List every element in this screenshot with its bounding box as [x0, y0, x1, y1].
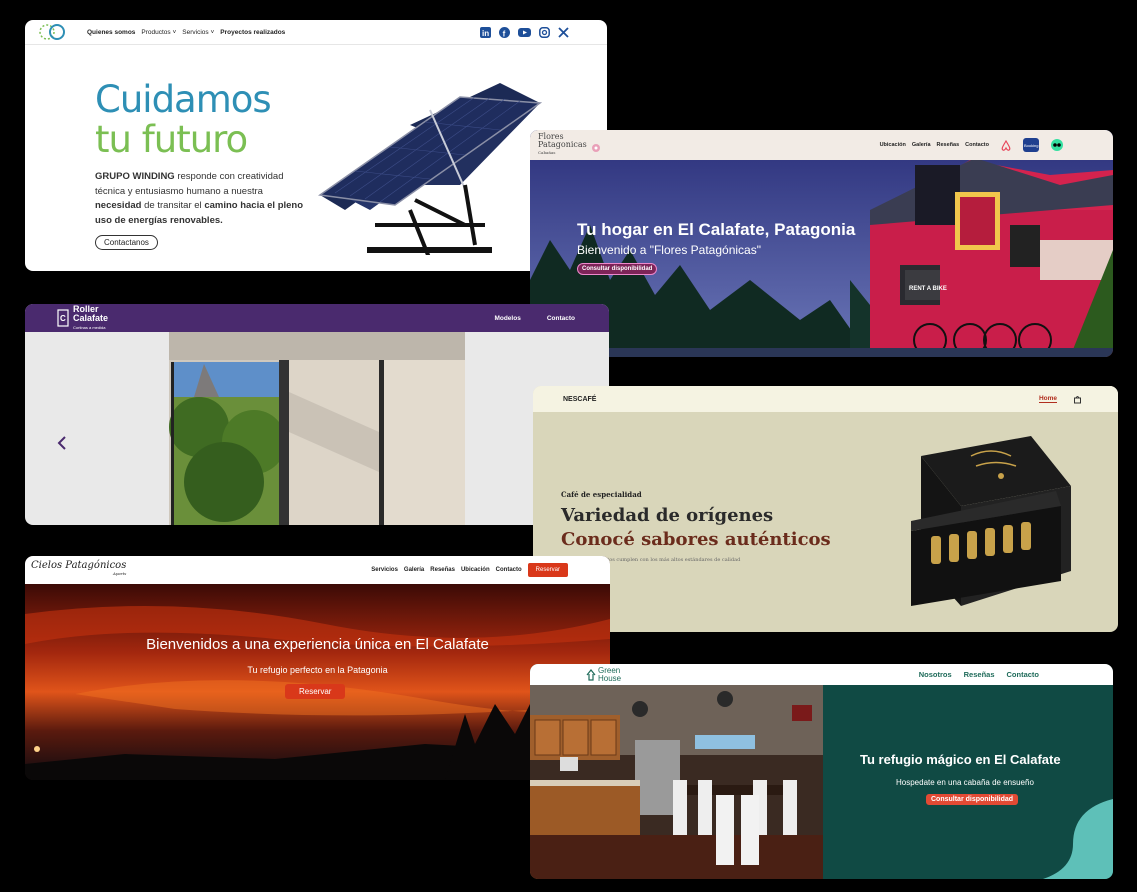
winding-navbar: Quienes somos Productos ˅ Servicios ˅ Pr… — [25, 20, 607, 45]
flores-navbar: Flores Patagonicas Cabañas Ubicación Gal… — [530, 130, 1113, 160]
coffee-box-image — [911, 436, 1071, 606]
instagram-icon[interactable] — [539, 26, 550, 38]
decorative-wave — [1043, 799, 1113, 879]
nav-contacto[interactable]: Contacto — [496, 567, 522, 573]
nav-productos[interactable]: Productos ˅ — [141, 29, 176, 36]
nav-servicios[interactable]: Servicios ˅ — [182, 29, 214, 36]
greenhouse-navbar: Green House Nosotros Reseñas Contacto — [530, 664, 1113, 685]
nav-nosotros[interactable]: Nosotros — [919, 670, 952, 679]
consultar-disponibilidad-button[interactable]: Consultar disponibilidad — [577, 263, 658, 275]
nav-ubicacion[interactable]: Ubicación — [461, 567, 490, 573]
facebook-icon[interactable]: f — [499, 26, 510, 38]
winding-heading-line2: tu futuro — [95, 118, 248, 161]
x-icon[interactable] — [558, 26, 569, 38]
nescafe-kicker: Café de especialidad — [561, 490, 642, 499]
nescafe-logo[interactable]: NESCAFÉ — [563, 396, 596, 403]
greenhouse-logo[interactable]: Green House — [586, 666, 621, 683]
nav-resenas[interactable]: Reseñas — [430, 567, 455, 573]
nav-modelos[interactable]: Modelos — [494, 315, 520, 322]
nescafe-paragraph: ductos cumplen con los más altos estánda… — [598, 557, 741, 563]
kitchen-photo — [530, 685, 823, 879]
cielos-hero-title: Bienvenidos a una experiencia única en E… — [146, 636, 489, 653]
youtube-icon[interactable] — [518, 27, 531, 38]
cielos-logo[interactable]: Cielos Patagónicos Aparts — [31, 561, 126, 578]
sunset-photo — [25, 584, 610, 780]
nav-home[interactable]: Home — [1038, 395, 1057, 403]
winding-heading-line1: Cuidamos — [95, 78, 272, 121]
nav-contacto[interactable]: Contacto — [965, 142, 989, 148]
nescafe-heading-1: Variedad de orígenes — [561, 505, 774, 526]
nescafe-navbar: NESCAFÉ Home — [533, 386, 1118, 412]
greenhouse-website-card: Green House Nosotros Reseñas Contacto Tu… — [530, 664, 1113, 879]
nav-servicios[interactable]: Servicios — [371, 567, 398, 573]
roller-logo-icon: C — [57, 309, 69, 327]
nav-resenas[interactable]: Reseñas — [964, 670, 995, 679]
nescafe-heading-2: Conocé sabores auténticos — [561, 529, 831, 550]
nav-proyectos[interactable]: Proyectos realizados — [220, 29, 285, 36]
greenhouse-hero-title: Tu refugio mágico en El Calafate — [860, 752, 1061, 767]
flower-logo-icon — [591, 144, 600, 152]
cielos-hero-subtitle: Tu refugio perfecto en la Patagonia — [247, 665, 388, 675]
reservar-button[interactable]: Reservar — [285, 684, 346, 699]
nav-contacto[interactable]: Contacto — [1007, 670, 1040, 679]
roller-logo[interactable]: C Roller Calafate Cortinas a medida — [57, 304, 108, 332]
nav-galeria[interactable]: Galería — [404, 567, 424, 573]
nav-reservar-button[interactable]: Reservar — [527, 563, 568, 577]
roller-blind-photo — [169, 332, 465, 525]
nescafe-website-card: NESCAFÉ Home Café de especialidad Varied… — [533, 386, 1118, 632]
booking-icon[interactable]: Booking — [1023, 138, 1039, 152]
flores-hero-subtitle: Bienvenido a "Flores Patagónicas" — [577, 243, 761, 257]
winding-website-card: Quienes somos Productos ˅ Servicios ˅ Pr… — [25, 20, 607, 271]
svg-text:Booking: Booking — [1024, 143, 1038, 148]
flores-hero-title: Tu hogar en El Calafate, Patagonia — [577, 220, 856, 239]
carousel-prev-chevron-icon[interactable] — [57, 436, 67, 450]
winding-logo[interactable] — [33, 22, 69, 42]
nav-contacto[interactable]: Contacto — [547, 315, 575, 322]
greenhouse-consultar-button[interactable]: Consultar disponibilidad — [926, 794, 1019, 805]
nav-ubicacion[interactable]: Ubicación — [880, 142, 906, 148]
house-logo-icon — [586, 668, 596, 681]
roller-website-card: C Roller Calafate Cortinas a medida Mode… — [25, 304, 609, 525]
svg-text:C: C — [60, 314, 66, 323]
svg-text:f: f — [503, 29, 506, 38]
nav-resenas[interactable]: Reseñas — [937, 142, 960, 148]
tripadvisor-icon[interactable] — [1051, 139, 1063, 151]
greenhouse-hero-subtitle: Hospedate en una cabaña de ensueño — [896, 778, 1034, 787]
roller-navbar: C Roller Calafate Cortinas a medida Mode… — [25, 304, 609, 332]
flores-website-card: RENT A BIKE Flores Patagonicas Cabañas U… — [530, 130, 1113, 357]
nav-galeria[interactable]: Galería — [912, 142, 931, 148]
rent-a-bike-sign: RENT A BIKE — [909, 286, 947, 292]
linkedin-icon[interactable]: in — [480, 26, 491, 38]
cielos-navbar: Cielos Patagónicos Aparts Servicios Gale… — [25, 556, 610, 584]
flores-logo[interactable]: Flores Patagonicas Cabañas — [538, 133, 587, 157]
solar-panel-image — [317, 83, 543, 255]
cart-icon[interactable] — [1073, 395, 1082, 404]
winding-paragraph: GRUPO WINDING responde con creatividad t… — [95, 171, 304, 226]
airbnb-icon[interactable] — [1001, 139, 1011, 151]
nav-quienes-somos[interactable]: Quienes somos — [87, 29, 135, 36]
contactanos-button[interactable]: Contactanos — [95, 235, 158, 250]
cielos-website-card: Cielos Patagónicos Aparts Servicios Gale… — [25, 556, 610, 780]
svg-text:in: in — [482, 29, 489, 38]
